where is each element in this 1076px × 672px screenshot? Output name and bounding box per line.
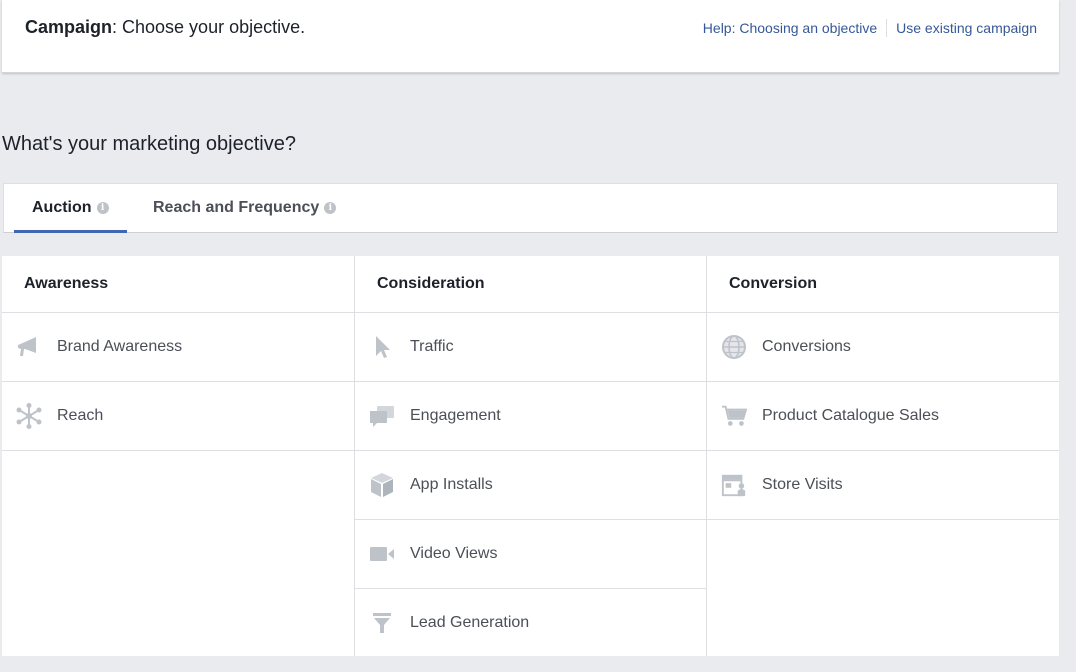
info-icon[interactable]: i — [324, 202, 337, 214]
objective-product-catalogue-sales[interactable]: Product Catalogue Sales — [707, 382, 1059, 451]
page-title: Campaign: Choose your objective. — [25, 17, 305, 38]
objective-app-installs[interactable]: App Installs — [355, 451, 706, 520]
page-title-rest: : Choose your objective. — [112, 17, 306, 37]
page-title-strong: Campaign — [25, 17, 113, 37]
info-icon[interactable]: i — [96, 202, 109, 214]
megaphone-icon — [16, 334, 42, 360]
objective-traffic[interactable]: Traffic — [355, 313, 706, 382]
globe-icon — [721, 334, 747, 360]
objective-engagement[interactable]: Engagement — [355, 382, 706, 451]
objective-label: Engagement — [410, 407, 501, 424]
objective-label: Lead Generation — [410, 614, 530, 631]
objective-label: Product Catalogue Sales — [762, 407, 939, 424]
column-header-awareness: Awareness — [2, 256, 354, 313]
objective-label: Conversions — [762, 338, 851, 355]
help-choosing-objective-link[interactable]: Help: Choosing an objective — [703, 20, 877, 36]
tab-reach-and-frequency[interactable]: Reach and Frequency i — [135, 184, 354, 232]
store-icon — [721, 472, 747, 498]
objective-video-views[interactable]: Video Views — [355, 520, 706, 589]
column-awareness: Awareness Brand Awareness Reach — [2, 256, 355, 656]
video-camera-icon — [369, 541, 395, 567]
objective-brand-awareness[interactable]: Brand Awareness — [2, 313, 354, 382]
use-existing-campaign-link[interactable]: Use existing campaign — [896, 20, 1037, 36]
column-conversion: Conversion Conversions Product Catalogue… — [707, 256, 1059, 656]
tab-bar: Auction i Reach and Frequency i — [3, 183, 1058, 233]
tab-auction[interactable]: Auction i — [14, 184, 127, 233]
link-divider — [886, 19, 888, 37]
reach-icon — [16, 403, 42, 429]
objective-reach[interactable]: Reach — [2, 382, 354, 451]
objective-lead-generation[interactable]: Lead Generation — [355, 589, 706, 657]
objective-grid: Awareness Brand Awareness Reach Consider… — [2, 256, 1059, 656]
objective-label: Traffic — [410, 338, 454, 355]
objective-label: Reach — [57, 407, 104, 424]
section-title: What's your marketing objective? — [2, 133, 296, 155]
tab-auction-label: Auction — [32, 199, 92, 216]
tab-reach-and-frequency-label: Reach and Frequency — [153, 199, 320, 216]
cursor-icon — [369, 334, 395, 360]
page-header: Campaign: Choose your objective. Help: C… — [2, 0, 1059, 73]
objective-label: App Installs — [410, 476, 493, 493]
objective-label: Video Views — [410, 545, 498, 562]
objective-store-visits[interactable]: Store Visits — [707, 451, 1059, 520]
chat-icon — [369, 403, 395, 429]
box-icon — [369, 472, 395, 498]
objective-label: Brand Awareness — [57, 338, 183, 355]
objective-conversions[interactable]: Conversions — [707, 313, 1059, 382]
objective-label: Store Visits — [762, 476, 843, 493]
header-links: Help: Choosing an objective Use existing… — [703, 19, 1037, 37]
column-header-conversion: Conversion — [707, 256, 1059, 313]
column-header-consideration: Consideration — [355, 256, 706, 313]
column-consideration: Consideration Traffic Engagement App Ins… — [355, 256, 707, 656]
cart-icon — [721, 403, 747, 429]
funnel-icon — [369, 610, 395, 636]
